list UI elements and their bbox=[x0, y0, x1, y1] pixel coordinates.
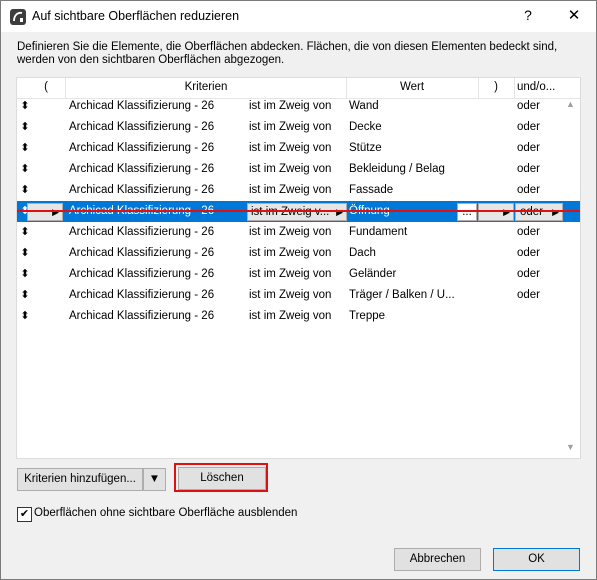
reorder-handle-icon[interactable]: ⬍ bbox=[20, 120, 30, 133]
criterion-cell[interactable]: Archicad Klassifizierung - 26 bbox=[69, 121, 214, 133]
hide-surfaces-checkbox[interactable]: ✔ bbox=[17, 507, 32, 522]
operator-value: ist im Zweig v... bbox=[251, 206, 330, 218]
table-row[interactable]: ⬍ Archicad Klassifizierung - 26 ist im Z… bbox=[17, 306, 580, 327]
scroll-up-icon[interactable]: ▲ bbox=[566, 99, 575, 109]
criterion-cell[interactable]: Archicad Klassifizierung - 26 bbox=[69, 226, 214, 238]
criterion-cell[interactable]: Archicad Klassifizierung - 26 bbox=[69, 100, 214, 112]
conjunction-cell[interactable]: oder bbox=[517, 289, 540, 301]
column-value[interactable]: Wert bbox=[346, 81, 478, 93]
operator-cell[interactable]: ist im Zweig von bbox=[249, 226, 331, 238]
value-cell[interactable]: Dach bbox=[349, 247, 376, 259]
criterion-cell[interactable]: Archicad Klassifizierung - 26 bbox=[69, 184, 214, 196]
operator-cell[interactable]: ist im Zweig von bbox=[249, 142, 331, 154]
table-row[interactable]: ⬍ Archicad Klassifizierung - 26 ist im Z… bbox=[17, 285, 580, 306]
table-row[interactable]: ⬍ Archicad Klassifizierung - 26 ist im Z… bbox=[17, 180, 580, 201]
help-button[interactable]: ? bbox=[520, 7, 536, 23]
reorder-handle-icon[interactable]: ⬍ bbox=[20, 267, 30, 280]
value-cell[interactable]: Stütze bbox=[349, 142, 382, 154]
conjunction-cell[interactable]: oder bbox=[517, 226, 540, 238]
title-bar: Auf sichtbare Oberflächen reduzieren ? ✕ bbox=[1, 1, 596, 32]
table-row[interactable]: ⬍ Archicad Klassifizierung - 26 ist im Z… bbox=[17, 159, 580, 180]
dropdown-arrow-icon: ▶ bbox=[552, 207, 559, 217]
archicad-app-icon bbox=[10, 9, 26, 25]
column-open-paren[interactable]: ( bbox=[41, 81, 51, 93]
reorder-handle-icon[interactable]: ⬍ bbox=[20, 246, 30, 259]
checkmark-icon: ✔ bbox=[19, 508, 30, 520]
conjunction-select[interactable]: oder ▶ bbox=[515, 203, 563, 221]
value-cell[interactable]: Fundament bbox=[349, 226, 407, 238]
reorder-handle-icon[interactable]: ⬍ bbox=[20, 162, 30, 175]
column-close-paren[interactable]: ) bbox=[478, 81, 514, 93]
operator-cell[interactable]: ist im Zweig von bbox=[249, 184, 331, 196]
table-row[interactable]: ⬍ Archicad Klassifizierung - 26 ist im Z… bbox=[17, 222, 580, 243]
reorder-handle-icon[interactable]: ⬍ bbox=[20, 225, 30, 238]
table-row-selected[interactable]: ⬍ ▶ Archicad Klassifizierung - 26 ist im… bbox=[17, 201, 580, 222]
hide-surfaces-label[interactable]: Oberflächen ohne sichtbare Oberfläche au… bbox=[34, 507, 297, 519]
criterion-cell[interactable]: Archicad Klassifizierung - 26 bbox=[69, 163, 214, 175]
ok-button[interactable]: OK bbox=[493, 548, 580, 571]
conjunction-cell[interactable]: oder bbox=[517, 184, 540, 196]
add-criteria-dropdown[interactable]: ▼ bbox=[143, 468, 166, 491]
dropdown-arrow-icon: ▶ bbox=[52, 207, 59, 217]
value-cell[interactable]: Decke bbox=[349, 121, 382, 133]
conjunction-cell[interactable]: oder bbox=[517, 100, 540, 112]
strikethrough-annotation bbox=[17, 210, 580, 212]
open-paren-select[interactable]: ▶ bbox=[27, 203, 63, 221]
conjunction-cell[interactable]: oder bbox=[517, 121, 540, 133]
value-cell[interactable]: Träger / Balken / U... bbox=[349, 289, 455, 301]
criterion-cell[interactable]: Archicad Klassifizierung - 26 bbox=[69, 310, 214, 322]
chevron-down-icon: ▼ bbox=[148, 473, 161, 485]
criterion-cell[interactable]: Archicad Klassifizierung - 26 bbox=[69, 268, 214, 280]
table-row[interactable]: ⬍ Archicad Klassifizierung - 26 ist im Z… bbox=[17, 96, 580, 117]
table-row[interactable]: ⬍ Archicad Klassifizierung - 26 ist im Z… bbox=[17, 117, 580, 138]
conjunction-cell[interactable]: oder bbox=[517, 142, 540, 154]
cancel-button[interactable]: Abbrechen bbox=[394, 548, 481, 571]
operator-cell[interactable]: ist im Zweig von bbox=[249, 268, 331, 280]
conjunction-cell[interactable]: oder bbox=[517, 247, 540, 259]
criterion-cell[interactable]: Archicad Klassifizierung - 26 bbox=[69, 289, 214, 301]
value-cell[interactable]: Wand bbox=[349, 100, 379, 112]
column-and-or[interactable]: und/o... bbox=[517, 81, 567, 93]
reorder-handle-icon[interactable]: ⬍ bbox=[20, 141, 30, 154]
operator-cell[interactable]: ist im Zweig von bbox=[249, 100, 331, 112]
conjunction-cell[interactable]: oder bbox=[517, 268, 540, 280]
reorder-handle-icon[interactable]: ⬍ bbox=[20, 99, 30, 112]
delete-button[interactable]: Löschen bbox=[178, 467, 266, 490]
value-cell[interactable]: Geländer bbox=[349, 268, 396, 280]
column-criteria[interactable]: Kriterien bbox=[65, 81, 347, 93]
table-row[interactable]: ⬍ Archicad Klassifizierung - 26 ist im Z… bbox=[17, 264, 580, 285]
operator-cell[interactable]: ist im Zweig von bbox=[249, 121, 331, 133]
table-row[interactable]: ⬍ Archicad Klassifizierung - 26 ist im Z… bbox=[17, 243, 580, 264]
description-text: Definieren Sie die Elemente, die Oberflä… bbox=[17, 41, 558, 66]
operator-select[interactable]: ist im Zweig v... ▶ bbox=[247, 203, 347, 221]
criterion-cell[interactable]: Archicad Klassifizierung - 26 bbox=[69, 142, 214, 154]
conjunction-cell[interactable]: oder bbox=[517, 163, 540, 175]
criteria-table: ( Kriterien Wert ) und/o... ⬍ Archicad K… bbox=[16, 77, 581, 459]
conjunction-value: oder bbox=[520, 206, 544, 218]
reorder-handle-icon[interactable]: ⬍ bbox=[20, 288, 30, 301]
reorder-handle-icon[interactable]: ⬍ bbox=[20, 183, 30, 196]
dropdown-arrow-icon: ▶ bbox=[503, 207, 510, 217]
window-title: Auf sichtbare Oberflächen reduzieren bbox=[32, 9, 240, 23]
operator-cell[interactable]: ist im Zweig von bbox=[249, 289, 331, 301]
value-cell[interactable]: Fassade bbox=[349, 184, 393, 196]
dropdown-arrow-icon: ▶ bbox=[336, 207, 343, 217]
reorder-handle-icon[interactable]: ⬍ bbox=[20, 309, 30, 322]
close-paren-select[interactable]: ▶ bbox=[478, 203, 514, 221]
table-row[interactable]: ⬍ Archicad Klassifizierung - 26 ist im Z… bbox=[17, 138, 580, 159]
dialog-window: Auf sichtbare Oberflächen reduzieren ? ✕… bbox=[0, 0, 597, 580]
operator-cell[interactable]: ist im Zweig von bbox=[249, 310, 331, 322]
close-icon[interactable]: ✕ bbox=[566, 6, 582, 24]
operator-cell[interactable]: ist im Zweig von bbox=[249, 163, 331, 175]
value-cell[interactable]: Bekleidung / Belag bbox=[349, 163, 445, 175]
criterion-cell[interactable]: Archicad Klassifizierung - 26 bbox=[69, 247, 214, 259]
scroll-down-icon[interactable]: ▼ bbox=[566, 442, 575, 452]
add-criteria-button[interactable]: Kriterien hinzufügen... bbox=[17, 468, 143, 491]
operator-cell[interactable]: ist im Zweig von bbox=[249, 247, 331, 259]
value-browse-button[interactable]: ... bbox=[457, 203, 477, 221]
value-cell[interactable]: Treppe bbox=[349, 310, 385, 322]
